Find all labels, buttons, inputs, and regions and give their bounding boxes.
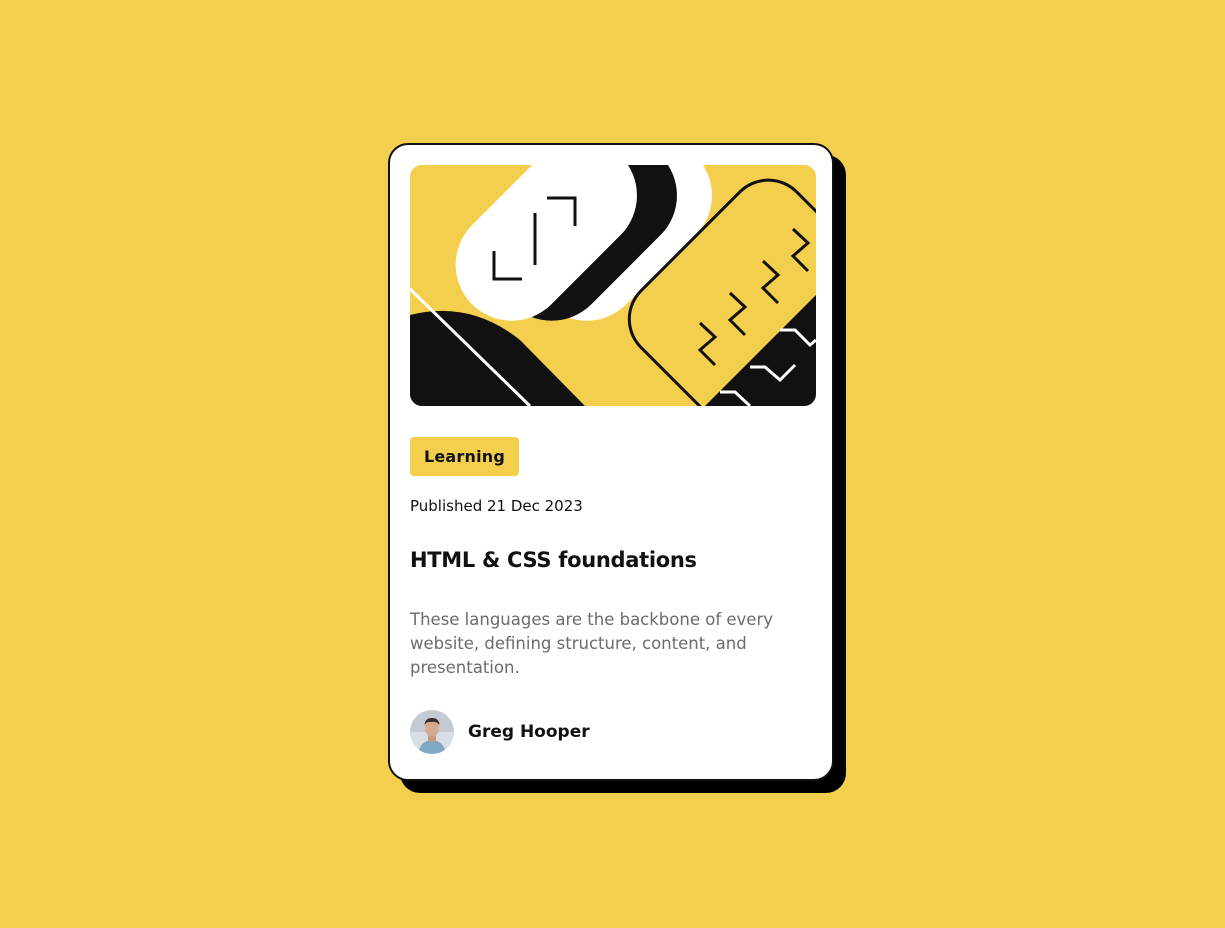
category-tag[interactable]: Learning (410, 437, 519, 476)
author-name[interactable]: Greg Hooper (468, 722, 590, 742)
avatar (410, 710, 454, 754)
card-title[interactable]: HTML & CSS foundations (410, 548, 697, 572)
blog-preview-card: Learning Published 21 Dec 2023 HTML & CS… (388, 143, 834, 781)
card-illustration (410, 165, 816, 406)
published-date: Published 21 Dec 2023 (410, 497, 583, 515)
card-description: These languages are the backbone of ever… (410, 610, 773, 677)
author: Greg Hooper (410, 710, 590, 754)
